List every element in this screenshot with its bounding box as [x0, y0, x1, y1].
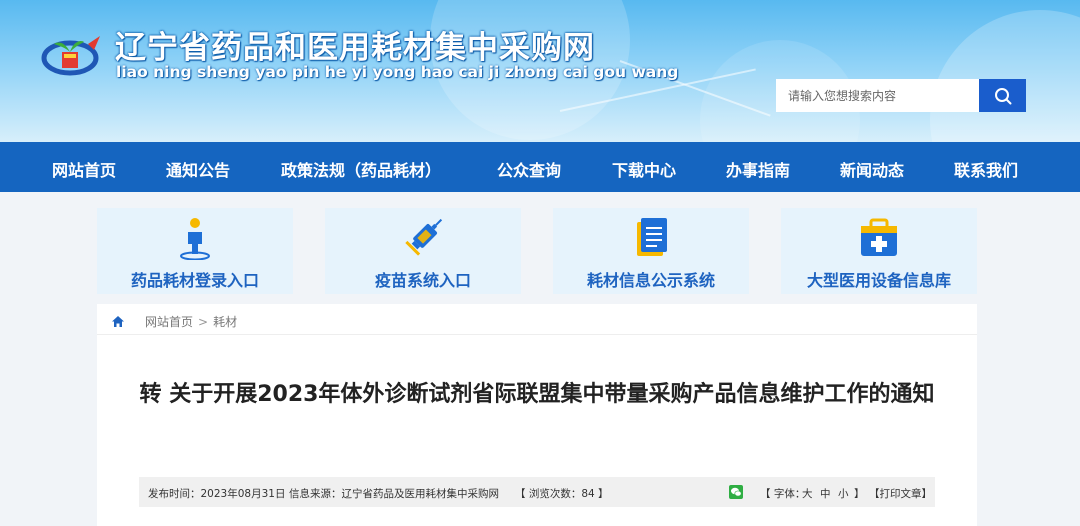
tile-label: 耗材信息公示系统	[586, 271, 715, 290]
tile-label: 疫苗系统入口	[374, 271, 471, 290]
font-size-large-button[interactable]: 大	[802, 486, 813, 501]
breadcrumb-current-link[interactable]: 耗材	[213, 313, 237, 330]
breadcrumb-separator: >	[198, 314, 209, 329]
medical-kit-icon	[857, 216, 901, 260]
search-icon	[994, 87, 1011, 104]
main-nav: 网站首页 通知公告 政策法规（药品耗材） 公众查询 下载中心 办事指南 新闻动态…	[0, 142, 1080, 192]
site-title: 辽宁省药品和医用耗材集中采购网	[115, 30, 595, 66]
breadcrumb-home-link[interactable]: 网站首页	[145, 313, 193, 330]
tile-label: 药品耗材登录入口	[130, 271, 259, 290]
font-size-label: 【 字体：	[760, 488, 806, 500]
document-icon	[629, 216, 673, 260]
nav-item-notices[interactable]: 通知公告	[166, 157, 230, 181]
search-button[interactable]	[979, 79, 1026, 112]
article-meta-bar: 发布时间：2023年08月31日 信息来源：辽宁省药品及医用耗材集中采购网 【 …	[139, 477, 935, 507]
header-decoration	[930, 10, 1080, 142]
nav-item-guide[interactable]: 办事指南	[726, 157, 790, 181]
syringe-icon	[401, 216, 445, 260]
breadcrumb: 网站首页 > 耗材	[111, 313, 237, 330]
site-subtitle: liao ning sheng yao pin he yi yong hao c…	[116, 63, 679, 81]
font-size-medium-button[interactable]: 中	[820, 486, 831, 501]
publish-date: 发布时间：2023年08月31日	[148, 488, 286, 500]
print-article-button[interactable]: 【打印文章】	[869, 486, 932, 501]
tile-consumables-disclosure[interactable]: 耗材信息公示系统	[553, 208, 749, 294]
search-input[interactable]	[776, 79, 979, 112]
nav-item-news[interactable]: 新闻动态	[840, 157, 904, 181]
nav-item-home[interactable]: 网站首页	[52, 157, 116, 181]
font-size-small-button[interactable]: 小	[838, 486, 849, 501]
site-logo-icon[interactable]	[40, 30, 104, 78]
site-header: 辽宁省药品和医用耗材集中采购网 liao ning sheng yao pin …	[0, 0, 1080, 142]
home-icon[interactable]	[111, 315, 125, 328]
tile-vaccine-system[interactable]: 疫苗系统入口	[325, 208, 521, 294]
tile-label: 大型医用设备信息库	[806, 271, 951, 290]
wechat-share-icon[interactable]	[729, 485, 743, 499]
nav-item-downloads[interactable]: 下载中心	[612, 157, 676, 181]
article-panel: 网站首页 > 耗材 转 关于开展2023年体外诊断试剂省际联盟集中带量采购产品信…	[97, 304, 977, 526]
nav-item-policies[interactable]: 政策法规（药品耗材）	[281, 157, 441, 181]
person-icon	[173, 216, 217, 260]
view-count: 【 浏览次数：84 】	[515, 488, 609, 500]
divider	[97, 334, 977, 335]
nav-item-contact[interactable]: 联系我们	[954, 157, 1018, 181]
tile-drug-login[interactable]: 药品耗材登录入口	[97, 208, 293, 294]
tile-medical-equipment-db[interactable]: 大型医用设备信息库	[781, 208, 977, 294]
font-size-bracket: 】	[854, 488, 865, 500]
article-title: 转 关于开展2023年体外诊断试剂省际联盟集中带量采购产品信息维护工作的通知	[139, 382, 935, 407]
info-source: 信息来源：辽宁省药品及医用耗材集中采购网	[289, 488, 499, 500]
search-bar	[776, 79, 1026, 112]
nav-item-public-query[interactable]: 公众查询	[497, 157, 561, 181]
